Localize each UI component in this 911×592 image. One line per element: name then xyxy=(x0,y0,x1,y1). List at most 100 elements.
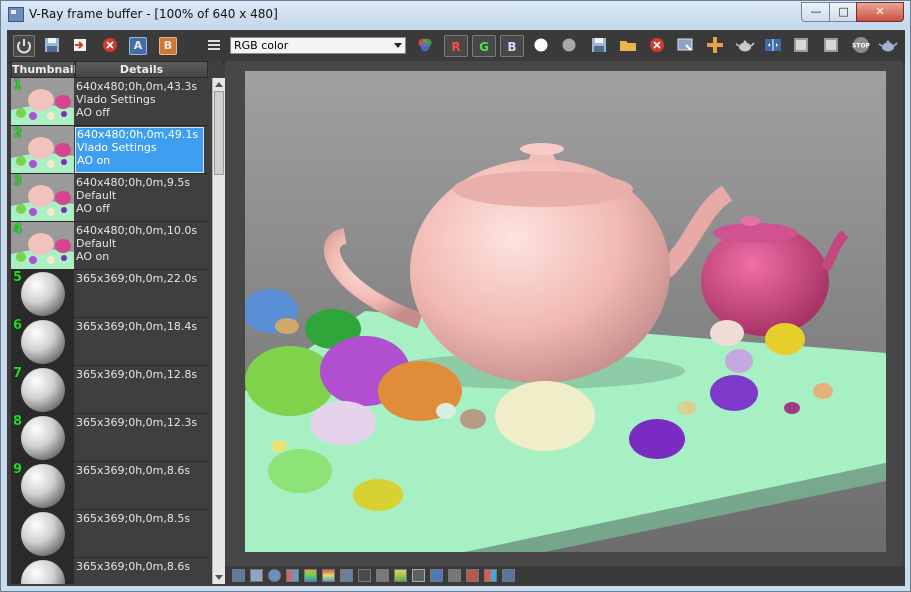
history-panel: Thumbnail Details 1 640x480;0h,0m,43.3s Vl… xyxy=(11,61,226,584)
history-row[interactable]: 365x369;0h,0m,8.6s xyxy=(11,558,208,584)
history-row[interactable]: 2 640x480;0h,0m,49.1s Vlado Settings AO on xyxy=(11,126,208,174)
history-thumbnail: 6 xyxy=(11,318,74,365)
history-number: 3 xyxy=(13,174,23,189)
history-row[interactable]: 8 365x369;0h,0m,12.3s xyxy=(11,414,208,462)
lut-icon[interactable] xyxy=(376,569,389,582)
history-header: Thumbnail Details xyxy=(11,61,208,78)
layer-a-icon[interactable]: A xyxy=(129,37,147,55)
history-row[interactable]: 6 365x369;0h,0m,18.4s xyxy=(11,318,208,366)
history-details: 365x369;0h,0m,8.5s xyxy=(76,512,205,556)
channel-select-value: RGB color xyxy=(234,39,289,52)
save-icon[interactable] xyxy=(41,35,63,57)
history-icon[interactable] xyxy=(250,569,263,582)
ab-compare-icon[interactable] xyxy=(762,35,784,57)
star-icon[interactable] xyxy=(502,569,515,582)
h-icon[interactable] xyxy=(448,569,461,582)
stop-icon[interactable]: STOP xyxy=(850,35,872,57)
history-thumbnail: 8 xyxy=(11,414,74,461)
history-number: 6 xyxy=(13,318,23,333)
load-icon[interactable] xyxy=(69,35,91,57)
gray-circle-icon[interactable] xyxy=(558,35,580,57)
history-ao-label: AO off xyxy=(76,202,110,215)
green-channel-icon[interactable]: G xyxy=(472,35,496,57)
blue-channel-icon[interactable]: B xyxy=(500,35,524,57)
history-number: 1 xyxy=(13,78,23,93)
history-number: 8 xyxy=(13,414,23,429)
history-row[interactable]: 365x369;0h,0m,8.5s xyxy=(11,510,208,558)
sRGB-icon[interactable] xyxy=(412,569,425,582)
render-teapot-icon[interactable] xyxy=(734,35,756,57)
background-icon[interactable] xyxy=(394,569,407,582)
history-details: 365x369;0h,0m,12.3s xyxy=(76,416,205,460)
app-icon xyxy=(8,7,24,22)
red-channel-icon[interactable]: R xyxy=(444,35,468,57)
lens-icon[interactable] xyxy=(466,569,479,582)
scroll-down-icon[interactable] xyxy=(215,575,223,580)
history-settings-label: Vlado Settings xyxy=(77,141,157,154)
column-thumbnail[interactable]: Thumbnail xyxy=(11,61,77,78)
color-wheel-icon[interactable] xyxy=(414,35,436,57)
minimize-button[interactable]: — xyxy=(801,2,831,22)
history-details: 640x480;0h,0m,9.5s Default AO off xyxy=(76,176,205,220)
history-details: 365x369;0h,0m,8.6s xyxy=(76,464,205,508)
history-ao-label: AO off xyxy=(76,106,110,119)
ocio-icon[interactable] xyxy=(430,569,443,582)
title-bar[interactable]: V-Ray frame buffer - [100% of 640 x 480]… xyxy=(1,1,910,29)
history-thumbnail: 4 xyxy=(11,222,74,269)
stop-red-icon[interactable] xyxy=(646,35,668,57)
history-number: 9 xyxy=(13,462,23,477)
column-details[interactable]: Details xyxy=(75,61,208,78)
history-row[interactable]: 1 640x480;0h,0m,43.3s Vlado Settings AO off xyxy=(11,78,208,126)
levels-icon[interactable] xyxy=(322,569,335,582)
scroll-up-icon[interactable] xyxy=(215,82,223,87)
menu-icon[interactable] xyxy=(203,35,225,57)
display-icon[interactable] xyxy=(232,569,245,582)
curve-icon[interactable] xyxy=(358,569,371,582)
track-mouse-icon[interactable] xyxy=(704,35,726,57)
white-circle-icon[interactable] xyxy=(530,35,552,57)
channel-select[interactable]: RGB color xyxy=(230,37,406,54)
history-row[interactable]: 4 640x480;0h,0m,10.0s Default AO on xyxy=(11,222,208,270)
layer-b-toggle-icon[interactable] xyxy=(820,35,842,57)
history-row[interactable]: 7 365x369;0h,0m,12.8s xyxy=(11,366,208,414)
image-view[interactable] xyxy=(225,61,903,566)
vfb-client-area: A B RGB color R G B STOP Thumbnail Detai… xyxy=(7,30,905,586)
history-details: 640x480;0h,0m,43.3s Vlado Settings AO off xyxy=(76,80,205,124)
history-thumbnail: 5 xyxy=(11,270,74,317)
chevron-down-icon xyxy=(394,43,402,48)
close-button[interactable]: ✕ xyxy=(856,2,904,22)
history-ao-label: AO on xyxy=(77,154,111,167)
hsl-icon[interactable] xyxy=(304,569,317,582)
history-details: 365x369;0h,0m,12.8s xyxy=(76,368,205,412)
history-render-info: 365x369;0h,0m,8.6s xyxy=(76,464,191,477)
open-folder-icon[interactable] xyxy=(617,35,639,57)
layer-a-toggle-icon[interactable] xyxy=(790,35,812,57)
history-scrollbar[interactable] xyxy=(212,78,226,584)
history-settings-label: Default xyxy=(76,237,117,250)
history-settings-label: Default xyxy=(76,189,117,202)
histogram-icon[interactable] xyxy=(340,569,353,582)
history-details: 365x369;0h,0m,8.6s xyxy=(76,560,205,584)
history-number: 4 xyxy=(13,222,23,237)
color-corrections-icon[interactable] xyxy=(286,569,299,582)
history-row[interactable]: 5 365x369;0h,0m,22.0s xyxy=(11,270,208,318)
teapot-icon[interactable] xyxy=(877,35,899,57)
clear-icon[interactable] xyxy=(99,35,121,57)
history-render-info: 365x369;0h,0m,22.0s xyxy=(76,272,198,285)
scrollbar-thumb[interactable] xyxy=(214,91,224,175)
history-list: 1 640x480;0h,0m,43.3s Vlado Settings AO off… xyxy=(11,78,208,584)
power-icon[interactable] xyxy=(13,35,35,57)
layer-b-icon[interactable]: B xyxy=(159,37,177,55)
bottom-toolbar xyxy=(225,566,905,586)
history-number: 5 xyxy=(13,270,23,285)
maximize-button[interactable]: □ xyxy=(829,2,858,22)
history-render-info: 365x369;0h,0m,18.4s xyxy=(76,320,198,333)
history-row[interactable]: 3 640x480;0h,0m,9.5s Default AO off xyxy=(11,174,208,222)
region-icon[interactable] xyxy=(674,35,696,57)
ab-icon[interactable] xyxy=(484,569,497,582)
history-thumbnail xyxy=(11,558,74,584)
info-icon[interactable] xyxy=(268,569,281,582)
history-details: 640x480;0h,0m,10.0s Default AO on xyxy=(76,224,205,268)
history-row[interactable]: 9 365x369;0h,0m,8.6s xyxy=(11,462,208,510)
save-image-icon[interactable] xyxy=(588,35,610,57)
